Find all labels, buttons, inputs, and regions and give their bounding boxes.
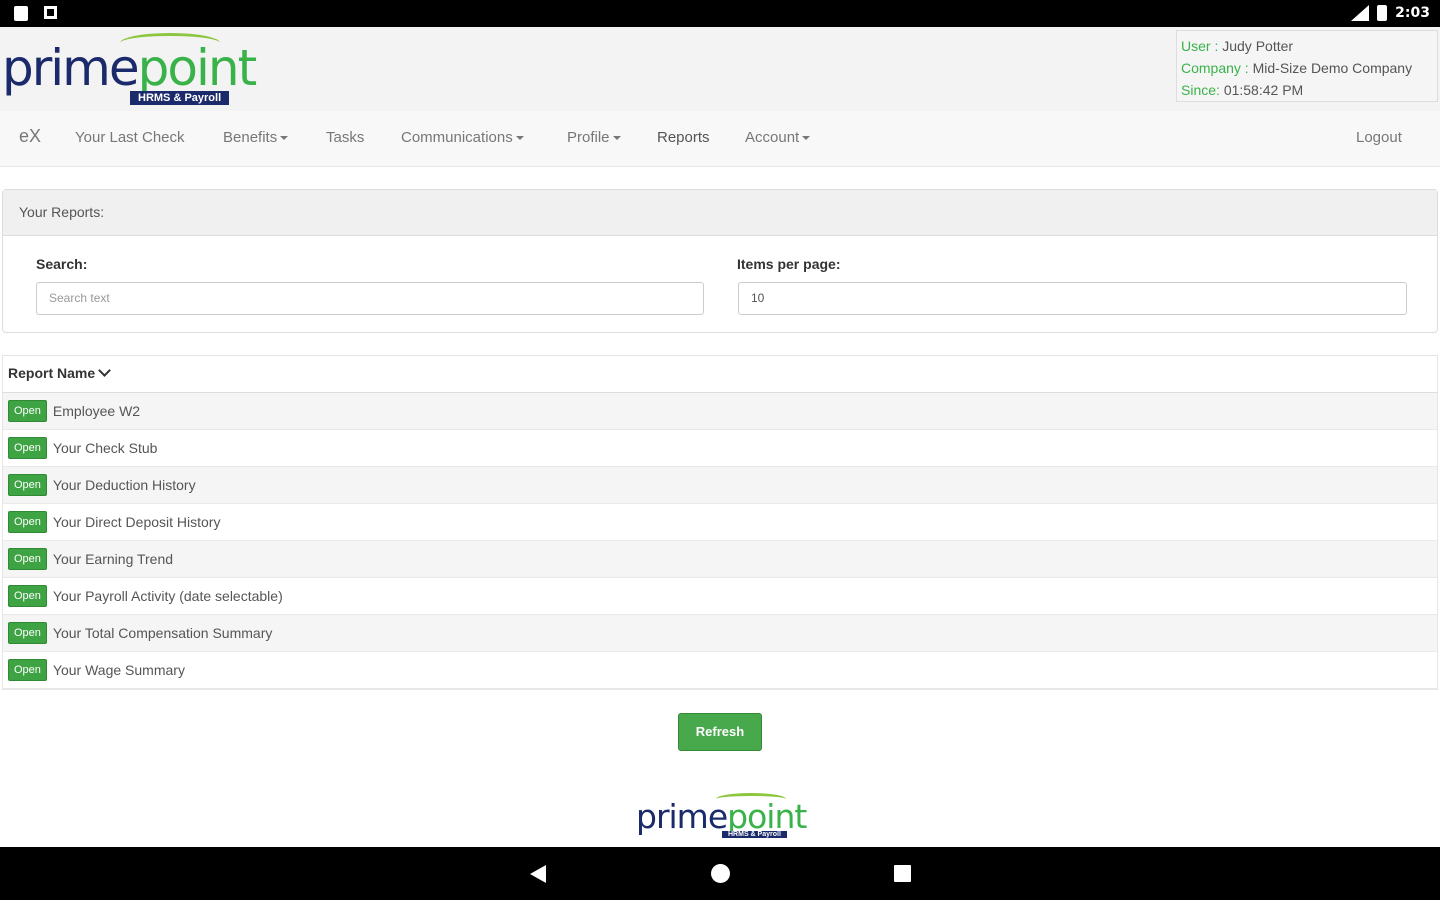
logo-wordmark: primepoint bbox=[2, 39, 257, 97]
app-header: primepoint HRMS & Payroll User : Judy Po… bbox=[0, 27, 1440, 111]
report-name[interactable]: Employee W2 bbox=[53, 403, 140, 419]
nav-communications[interactable]: Communications bbox=[401, 129, 524, 146]
nav-brand[interactable]: eX bbox=[19, 126, 41, 147]
main-navbar: eX Your Last Check Benefits Tasks Commun… bbox=[0, 111, 1440, 167]
report-name[interactable]: Your Earning Trend bbox=[53, 551, 173, 567]
open-button[interactable]: Open bbox=[8, 437, 47, 459]
table-row: Open Your Wage Summary bbox=[3, 652, 1437, 689]
report-name[interactable]: Your Direct Deposit History bbox=[53, 514, 221, 530]
table-row: Open Your Payroll Activity (date selectab… bbox=[3, 578, 1437, 615]
user-line: User : Judy Potter bbox=[1181, 38, 1294, 54]
nav-your-last-check[interactable]: Your Last Check bbox=[75, 129, 185, 146]
system-nav-bar bbox=[0, 847, 1440, 900]
items-per-page-input[interactable]: 10 bbox=[738, 282, 1407, 315]
caret-down-icon bbox=[612, 136, 621, 141]
chevron-down-icon bbox=[98, 364, 112, 377]
search-label: Search: bbox=[36, 256, 88, 272]
table-row: Open Your Total Compensation Summary bbox=[3, 615, 1437, 652]
open-button[interactable]: Open bbox=[8, 400, 47, 422]
search-input[interactable]: Search text bbox=[36, 282, 704, 315]
report-name-header[interactable]: Report Name bbox=[3, 356, 1437, 393]
since-line: Since: 01:58:42 PM bbox=[1181, 82, 1304, 98]
report-name[interactable]: Your Total Compensation Summary bbox=[53, 625, 272, 641]
sd-card-icon bbox=[14, 6, 28, 21]
nav-benefits[interactable]: Benefits bbox=[223, 129, 289, 146]
open-button[interactable]: Open bbox=[8, 585, 47, 607]
signal-icon bbox=[1351, 5, 1370, 21]
panel-heading: Your Reports: bbox=[3, 190, 1437, 236]
home-icon[interactable] bbox=[711, 864, 730, 883]
table-row: Open Your Earning Trend bbox=[3, 541, 1437, 578]
company-line: Company : Mid-Size Demo Company bbox=[1181, 60, 1413, 76]
caret-down-icon bbox=[515, 136, 524, 141]
status-bar: 2:03 bbox=[0, 0, 1440, 27]
nav-tasks[interactable]: Tasks bbox=[326, 129, 364, 146]
open-button[interactable]: Open bbox=[8, 659, 47, 681]
back-icon[interactable] bbox=[530, 865, 546, 883]
report-name[interactable]: Your Check Stub bbox=[53, 440, 158, 456]
table-row: Open Your Deduction History bbox=[3, 467, 1437, 504]
logo-tagline: HRMS & Payroll bbox=[722, 831, 787, 838]
reports-panel: Your Reports: Search: Search text Items … bbox=[2, 189, 1438, 333]
items-per-page-label: Items per page: bbox=[737, 256, 841, 272]
battery-icon bbox=[1377, 5, 1388, 21]
caret-down-icon bbox=[280, 136, 289, 141]
nav-account[interactable]: Account bbox=[745, 129, 811, 146]
nav-profile[interactable]: Profile bbox=[567, 129, 621, 146]
table-row: Open Your Direct Deposit History bbox=[3, 504, 1437, 541]
table-row: Open Employee W2 bbox=[3, 393, 1437, 430]
table-row: Open Your Check Stub bbox=[3, 430, 1437, 467]
primepoint-logo[interactable]: primepoint HRMS & Payroll bbox=[2, 33, 272, 105]
open-button[interactable]: Open bbox=[8, 548, 47, 570]
report-name[interactable]: Your Deduction History bbox=[53, 477, 196, 493]
logout-link[interactable]: Logout bbox=[1356, 129, 1402, 146]
report-name[interactable]: Your Wage Summary bbox=[53, 662, 185, 678]
recent-apps-icon[interactable] bbox=[894, 865, 911, 882]
open-button[interactable]: Open bbox=[8, 474, 47, 496]
reports-table: Report Name Open Employee W2 Open Your Che… bbox=[2, 355, 1438, 690]
user-info-box: User : Judy Potter Company : Mid-Size De… bbox=[1176, 30, 1438, 102]
refresh-button[interactable]: Refresh bbox=[678, 713, 762, 751]
notification-icon bbox=[44, 6, 57, 19]
report-name[interactable]: Your Payroll Activity (date selectable) bbox=[53, 588, 283, 604]
open-button[interactable]: Open bbox=[8, 622, 47, 644]
logo-tagline: HRMS & Payroll bbox=[130, 91, 230, 105]
nav-reports[interactable]: Reports bbox=[657, 129, 710, 146]
clock: 2:03 bbox=[1395, 5, 1430, 21]
table-body: Open Employee W2 Open Your Check Stub Open… bbox=[3, 393, 1437, 689]
caret-down-icon bbox=[802, 136, 811, 141]
open-button[interactable]: Open bbox=[8, 511, 47, 533]
footer-logo: primepoint HRMS & Payroll bbox=[636, 793, 807, 845]
